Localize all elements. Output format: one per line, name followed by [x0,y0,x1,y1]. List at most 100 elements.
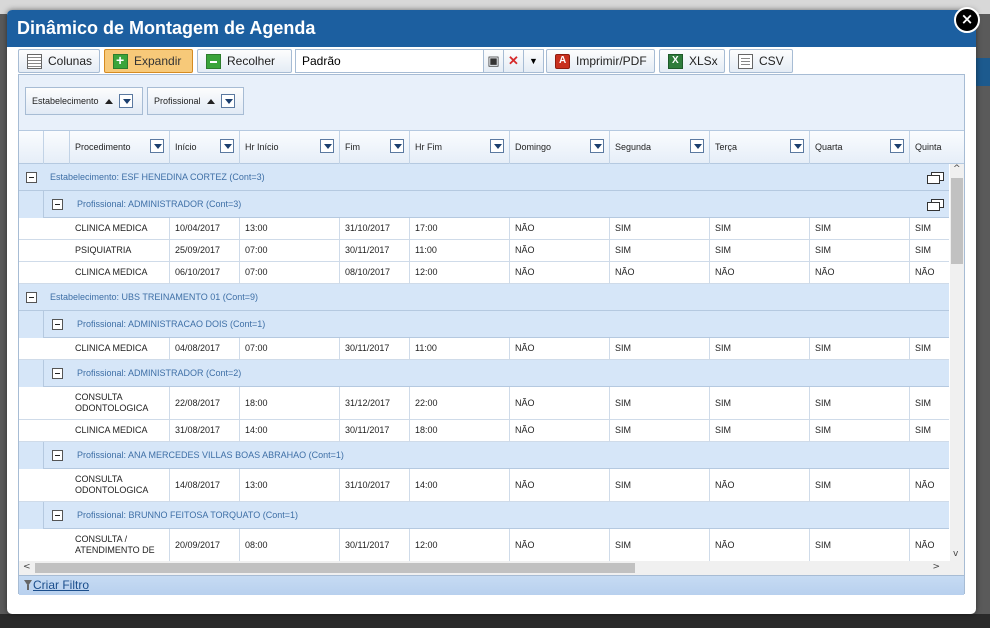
table-cell: 31/10/2017 [340,469,410,501]
table-cell: 14:00 [410,469,510,501]
group-row-profissional[interactable]: Profissional: ADMINISTRACAO DOIS (Cont=1… [44,311,949,338]
save-icon[interactable]: ▣ [483,50,503,72]
group-label: Estabelecimento: ESF HENEDINA CORTEZ (Co… [50,172,265,182]
group-row-profissional[interactable]: Profissional: ADMINISTRADOR (Cont=3) [44,191,949,218]
group-row-profissional[interactable]: Profissional: BRUNNO FEITOSA TORQUATO (C… [44,502,949,529]
column-menu-icon[interactable] [590,139,604,153]
column-menu-icon[interactable] [690,139,704,153]
column-header[interactable]: Início [170,131,240,164]
column-header[interactable]: Fim [340,131,410,164]
table-cell: 30/11/2017 [340,338,410,359]
table-row[interactable]: CLINICA MEDICA 06/10/2017 07:00 08/10/2017 1… [19,262,949,284]
colunas-button[interactable]: Colunas [18,49,100,73]
delete-icon[interactable]: ✕ [503,50,523,72]
scroll-up-icon[interactable]: ^ [953,164,961,174]
table-cell: NÃO [510,218,610,239]
column-menu-icon[interactable] [390,139,404,153]
scroll-left-icon[interactable]: < [23,562,31,572]
scroll-right-icon[interactable]: > [932,562,940,572]
chevron-down-icon[interactable]: ▼ [523,50,543,72]
criar-filtro-link[interactable]: Criar Filtro [33,578,89,592]
dropdown-icon[interactable] [118,94,133,108]
table-row[interactable]: CLINICA MEDICA 04/08/2017 07:00 30/11/2017 1… [19,338,949,360]
recolher-button[interactable]: Recolher [197,49,292,73]
column-menu-icon[interactable] [320,139,334,153]
table-cell: 31/10/2017 [340,218,410,239]
table-cell: 14:00 [240,420,340,441]
column-header-label: Quarta [815,142,843,152]
collapse-group-icon[interactable] [927,172,944,184]
group-row-profissional[interactable]: Profissional: ADMINISTRADOR (Cont=2) [44,360,949,387]
collapse-toggle-icon[interactable] [52,319,63,330]
collapse-toggle-icon[interactable] [26,172,37,183]
table-cell: 31/08/2017 [170,420,240,441]
table-cell: 13:00 [240,218,340,239]
table-cell: SIM [610,218,710,239]
collapse-group-icon[interactable] [927,199,944,211]
table-cell: 12:00 [410,262,510,283]
imprimir-pdf-button[interactable]: Imprimir/PDF [546,49,655,73]
xlsx-button[interactable]: XLSx [659,49,725,73]
table-cell: CLINICA MEDICA [70,420,170,441]
column-menu-icon[interactable] [220,139,234,153]
vertical-scrollbar[interactable]: ^ v [950,164,964,561]
table-cell: SIM [810,218,910,239]
horizontal-scrollbar[interactable]: < > [19,561,964,575]
expandir-button[interactable]: Expandir [104,49,193,73]
close-button[interactable]: × [954,7,980,33]
column-header[interactable]: Domingo [510,131,610,164]
table-cell: SIM [610,387,710,419]
table-row[interactable]: CLINICA MEDICA 31/08/2017 14:00 30/11/2017 1… [19,420,949,442]
group-row-estabelecimento[interactable]: Estabelecimento: ESF HENEDINA CORTEZ (Co… [19,164,949,191]
group-row-profissional[interactable]: Profissional: ANA MERCEDES VILLAS BOAS A… [44,442,949,469]
collapse-toggle-icon[interactable] [52,199,63,210]
column-header[interactable]: Quinta [910,131,964,164]
table-row[interactable]: CONSULTA ODONTOLOGICA 14/08/2017 13:00 31/1… [19,469,949,502]
horizontal-scroll-thumb[interactable] [35,563,635,573]
table-cell: NÃO [510,240,610,261]
table-cell: 30/11/2017 [340,529,410,561]
collapse-toggle-icon[interactable] [52,510,63,521]
group-chip-profissional[interactable]: Profissional [147,87,244,115]
table-cell: NÃO [810,262,910,283]
table-cell: 30/11/2017 [340,420,410,441]
column-menu-icon[interactable] [890,139,904,153]
column-menu-icon[interactable] [150,139,164,153]
scroll-down-icon[interactable]: v [953,549,958,559]
column-menu-icon[interactable] [790,139,804,153]
layout-value: Padrão [302,54,341,68]
table-cell: NÃO [710,469,810,501]
table-cell: 04/08/2017 [170,338,240,359]
column-header[interactable]: Quarta [810,131,910,164]
column-header[interactable]: Segunda [610,131,710,164]
layout-select[interactable]: Padrão ▣ ✕ ▼ [295,49,544,73]
table-row[interactable]: CLINICA MEDICA 10/04/2017 13:00 31/10/2017 1… [19,218,949,240]
table-row[interactable]: CONSULTA / ATENDIMENTO DE 20/09/2017 08:00… [19,529,949,561]
table-row[interactable]: CONSULTA ODONTOLOGICA 22/08/2017 18:00 31/1… [19,387,949,420]
table-cell: CLINICA MEDICA [70,262,170,283]
column-header[interactable]: Hr Fim [410,131,510,164]
csv-button[interactable]: CSV [729,49,793,73]
table-cell: 20/09/2017 [170,529,240,561]
column-header[interactable]: Hr Início [240,131,340,164]
table-cell: 06/10/2017 [170,262,240,283]
data-grid: Procedimento Início Hr Início Fim Hr Fim Domi… [19,131,964,561]
table-cell: NÃO [510,338,610,359]
collapse-toggle-icon[interactable] [52,368,63,379]
group-row-estabelecimento[interactable]: Estabelecimento: UBS TREINAMENTO 01 (Con… [19,284,949,311]
dropdown-icon[interactable] [220,94,235,108]
columns-icon [27,53,42,69]
collapse-toggle-icon[interactable] [52,450,63,461]
group-label: Estabelecimento: UBS TREINAMENTO 01 (Con… [50,292,258,302]
header-indent [19,131,44,164]
vertical-scroll-thumb[interactable] [951,178,963,264]
table-cell: 17:00 [410,218,510,239]
column-header-label: Domingo [515,142,552,152]
table-row[interactable]: PSIQUIATRIA 25/09/2017 07:00 30/11/2017 11:0… [19,240,949,262]
collapse-toggle-icon[interactable] [26,292,37,303]
header-indent [44,131,70,164]
column-menu-icon[interactable] [490,139,504,153]
column-header[interactable]: Procedimento [70,131,170,164]
group-chip-estabelecimento[interactable]: Estabelecimento [25,87,143,115]
column-header[interactable]: Terça [710,131,810,164]
